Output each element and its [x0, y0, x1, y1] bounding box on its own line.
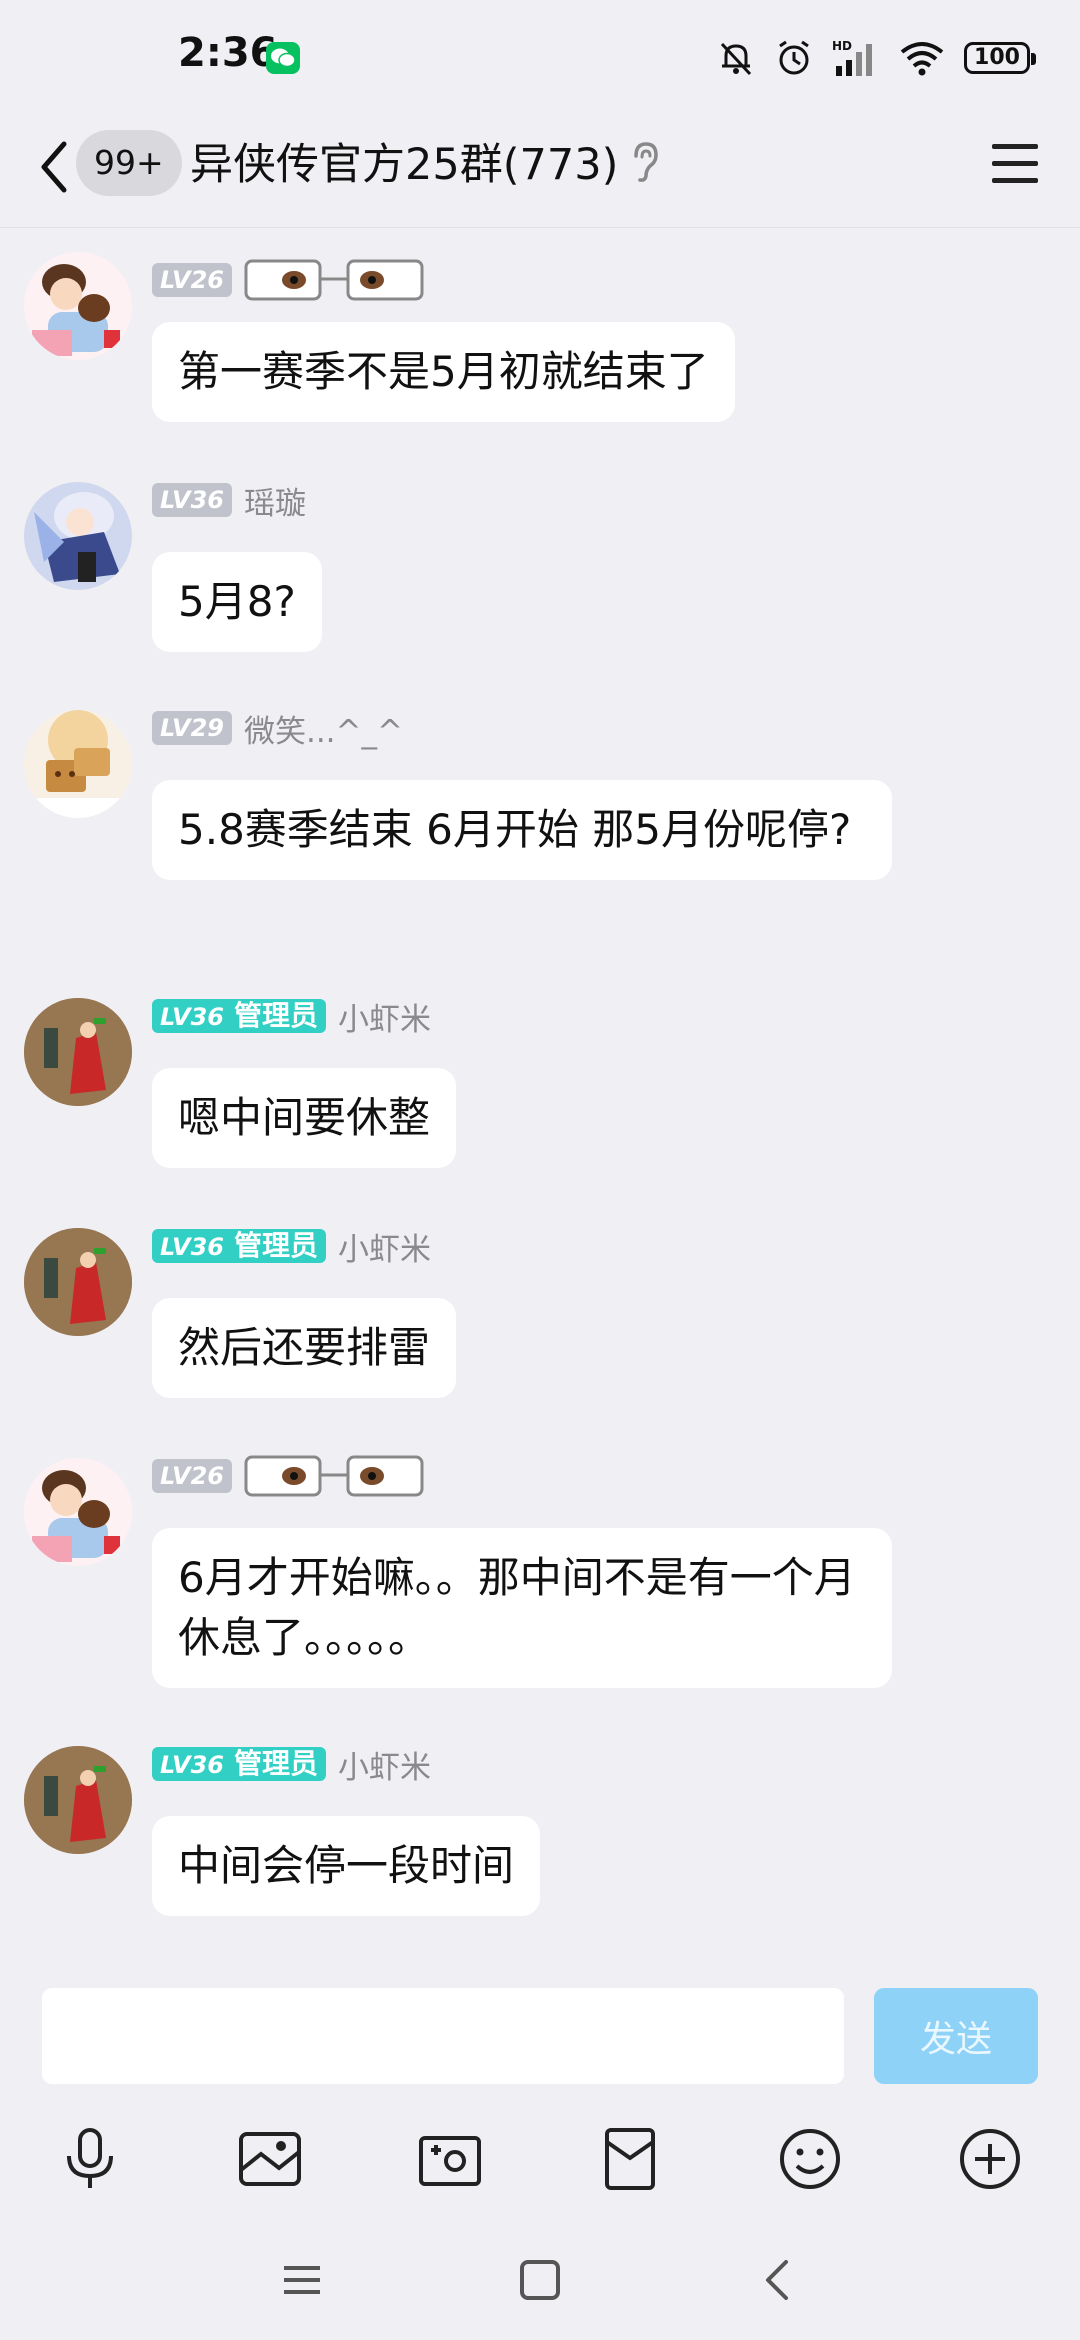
- sender-name[interactable]: 微笑...^_^: [244, 706, 403, 751]
- microphone-icon[interactable]: [55, 2124, 125, 2194]
- emoji-icon[interactable]: [775, 2124, 845, 2194]
- sender-name[interactable]: 小虾米: [338, 1224, 431, 1269]
- avatar[interactable]: [24, 1746, 132, 1854]
- message-item: LV36 瑶璇 5月8?: [0, 482, 1080, 712]
- eyes-glasses-icon: [244, 1455, 424, 1497]
- message-bubble[interactable]: 5.8赛季结束 6月开始 那5月份呢停?: [152, 780, 892, 880]
- system-nav-bar: [0, 2222, 1080, 2340]
- avatar[interactable]: [24, 252, 132, 360]
- message-meta: LV29 微笑...^_^: [152, 710, 403, 750]
- admin-level-badge: LV36 管理员: [152, 999, 326, 1033]
- message-bubble[interactable]: 然后还要排雷: [152, 1298, 457, 1398]
- ear-icon: [634, 142, 658, 182]
- chat-header: 99+ 异侠传官方25群(773): [0, 110, 1080, 228]
- message-meta: LV36 瑶璇: [152, 482, 306, 522]
- level-badge: LV29: [152, 711, 232, 745]
- avatar[interactable]: [24, 998, 132, 1106]
- avatar[interactable]: [24, 710, 132, 818]
- message-list[interactable]: LV26 第一赛季不是5月初就结束了 LV36 瑶璇 5月8? LV29 微笑.…: [0, 228, 1080, 1972]
- sender-name[interactable]: 小虾米: [338, 1742, 431, 1787]
- wechat-notification-icon: [266, 42, 300, 74]
- sender-name[interactable]: 小虾米: [338, 994, 431, 1039]
- message-input[interactable]: [42, 1988, 844, 2084]
- svg-text:HD: HD: [832, 39, 852, 53]
- message-meta: LV26: [152, 1455, 424, 1497]
- alarm-icon: [779, 40, 809, 75]
- menu-nav-icon[interactable]: [272, 2250, 332, 2310]
- message-item: LV36 管理员 小虾米 中间会停一段时间: [0, 1746, 1080, 1972]
- back-nav-icon[interactable]: [748, 2250, 808, 2310]
- group-title[interactable]: 异侠传官方25群(773): [190, 134, 618, 196]
- battery-indicator: 100: [964, 42, 1036, 74]
- message-bubble[interactable]: 中间会停一段时间: [152, 1816, 541, 1916]
- image-icon[interactable]: [235, 2124, 305, 2194]
- message-bubble[interactable]: 6月才开始嘛。。那中间不是有一个月休息了。。。。。: [152, 1528, 892, 1688]
- message-meta: LV36 管理员 小虾米: [152, 1746, 431, 1786]
- signal-icon: HD: [832, 39, 872, 76]
- home-nav-icon[interactable]: [510, 2250, 570, 2310]
- message-bubble[interactable]: 第一赛季不是5月初就结束了: [152, 322, 735, 422]
- avatar[interactable]: [24, 1228, 132, 1336]
- message-item: LV26 6月才开始嘛。。那中间不是有一个月休息了。。。。。: [0, 1455, 1080, 1748]
- eyes-glasses-icon: [244, 259, 424, 301]
- message-bubble[interactable]: 嗯中间要休整: [152, 1068, 457, 1168]
- wifi-icon: [900, 42, 944, 76]
- red-packet-icon[interactable]: [595, 2124, 665, 2194]
- level-badge: LV36: [152, 483, 232, 517]
- level-badge: LV26: [152, 1459, 232, 1493]
- message-meta: LV26: [152, 259, 424, 301]
- message-meta: LV36 管理员 小虾米: [152, 998, 431, 1038]
- message-item: LV36 管理员 小虾米 然后还要排雷: [0, 1228, 1080, 1458]
- message-meta: LV36 管理员 小虾米: [152, 1228, 431, 1268]
- menu-icon[interactable]: [986, 134, 1046, 194]
- message-item: LV36 管理员 小虾米 嗯中间要休整: [0, 998, 1080, 1228]
- avatar[interactable]: [24, 482, 132, 590]
- sender-name[interactable]: 瑶璇: [244, 478, 306, 523]
- message-item: LV29 微笑...^_^ 5.8赛季结束 6月开始 那5月份呢停?: [0, 710, 1080, 1000]
- admin-level-badge: LV36 管理员: [152, 1747, 326, 1781]
- send-button[interactable]: 发送: [874, 1988, 1038, 2084]
- message-item: LV26 第一赛季不是5月初就结束了: [0, 252, 1080, 482]
- admin-level-badge: LV36 管理员: [152, 1229, 326, 1263]
- message-bubble[interactable]: 5月8?: [152, 552, 322, 652]
- mute-bell-icon: [720, 42, 752, 76]
- plus-icon[interactable]: [955, 2124, 1025, 2194]
- input-toolbar: [0, 2092, 1080, 2222]
- status-bar: 2:36 HD 100: [0, 0, 1080, 110]
- back-button[interactable]: [30, 132, 80, 202]
- level-badge: LV26: [152, 263, 232, 297]
- input-bar: 发送: [0, 1972, 1080, 2092]
- avatar[interactable]: [24, 1458, 132, 1566]
- status-icons: HD 100: [716, 36, 1036, 80]
- status-time: 2:36: [178, 30, 278, 76]
- unread-count-badge[interactable]: 99+: [76, 130, 182, 196]
- camera-icon[interactable]: [415, 2124, 485, 2194]
